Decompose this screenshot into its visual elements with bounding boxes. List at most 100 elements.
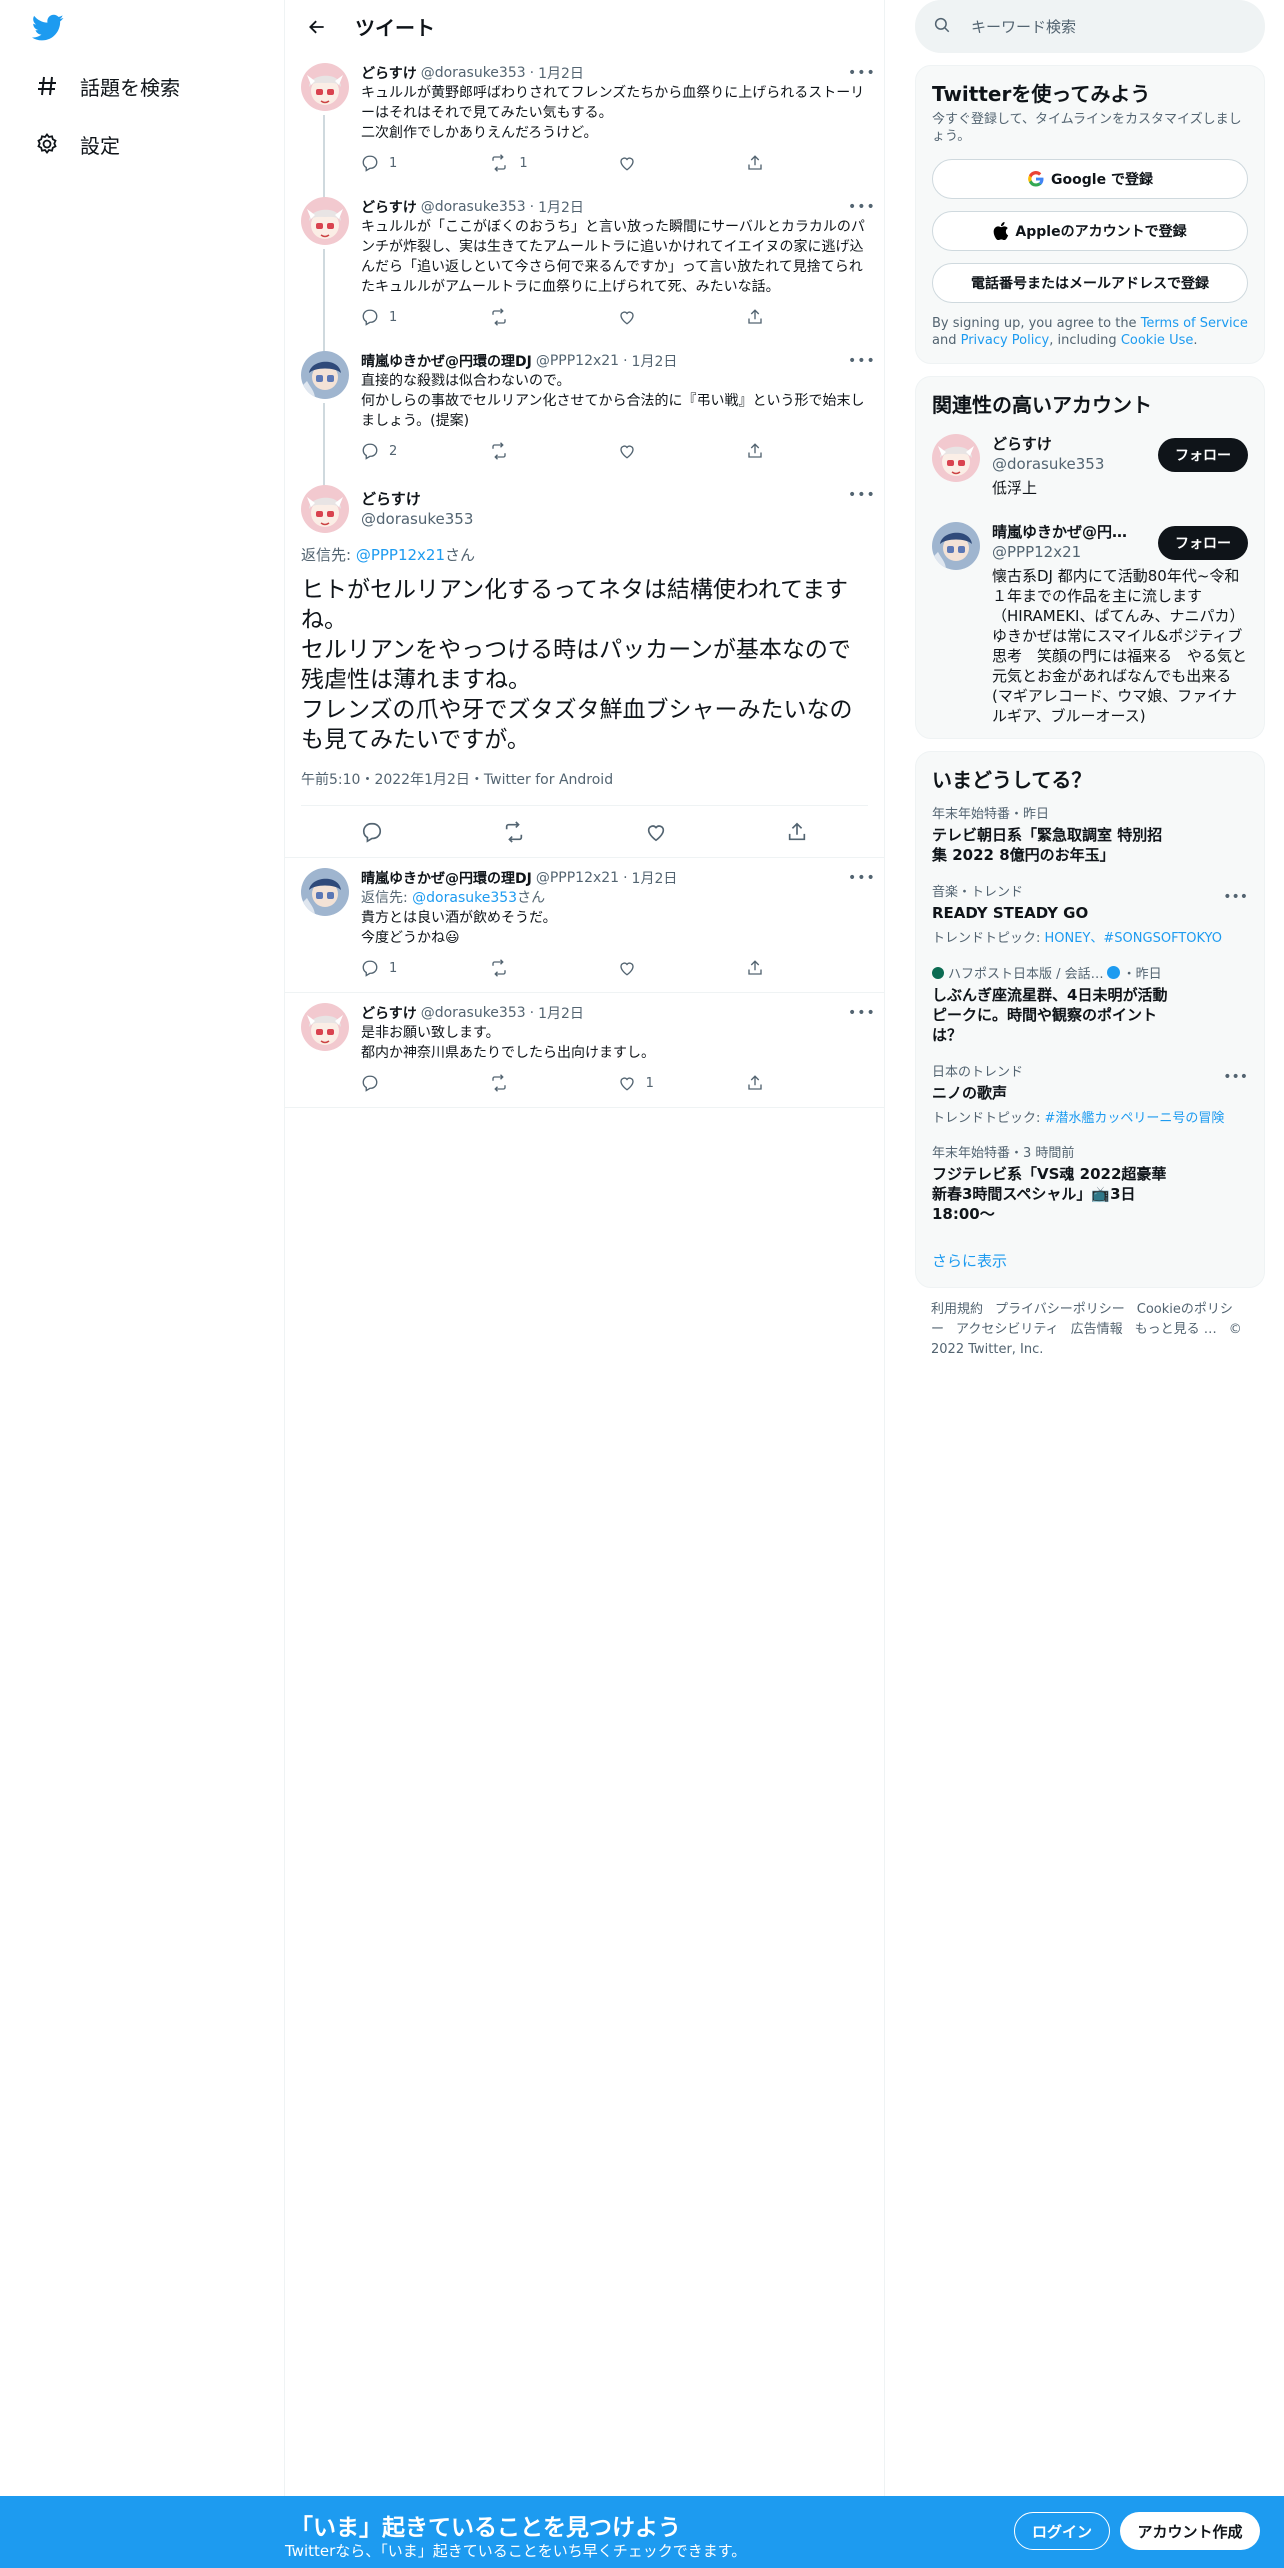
footer-link[interactable]: アクセシビリティ	[956, 1322, 1059, 1337]
trend-item[interactable]: 年末年始特番・昨日 テレビ朝日系「緊急取調室 特別招集 2022 8億円のお年玉」	[916, 797, 1264, 875]
share-button[interactable]	[746, 442, 786, 460]
author-handle[interactable]: @PPP12x21	[536, 353, 619, 369]
more-icon[interactable]: •••	[848, 353, 875, 369]
like-button[interactable]	[645, 821, 667, 843]
like-button[interactable]	[618, 308, 698, 326]
retweet-icon	[489, 1074, 519, 1092]
follow-button[interactable]: フォロー	[1158, 526, 1248, 560]
tweet[interactable]: 晴嵐ゆきかぜ@円環の理DJ @PPP12x21 · 1月2日 返信先: @dor…	[285, 858, 884, 992]
back-arrow-icon[interactable]	[299, 9, 335, 45]
trend-item[interactable]: ハフポスト日本版 / 会話… ・昨日 しぶんぎ座流星群、4日未明が活動ピークに。時間…	[916, 956, 1264, 1055]
tweet-date[interactable]: 1月2日	[632, 868, 678, 888]
retweet-button[interactable]	[489, 1074, 569, 1092]
avatar[interactable]	[301, 868, 349, 916]
avatar[interactable]	[301, 351, 349, 399]
author-handle[interactable]: @PPP12x21	[536, 870, 619, 886]
retweet-button[interactable]: 1	[489, 154, 569, 172]
author-handle[interactable]: @dorasuke353	[361, 509, 473, 529]
login-button[interactable]: ログイン	[1014, 2512, 1110, 2550]
share-button[interactable]	[746, 1074, 786, 1092]
more-icon[interactable]: •••	[1223, 1069, 1248, 1085]
trend-topic-link[interactable]: HONEY、#SONGSOFTOKYO	[1045, 931, 1223, 946]
phone-email-signup-button[interactable]: 電話番号またはメールアドレスで登録	[932, 263, 1248, 303]
google-signup-button[interactable]: Google で登録	[932, 159, 1248, 199]
twitter-logo-icon[interactable]	[32, 14, 64, 42]
reply-to-link[interactable]: @PPP12x21	[356, 546, 445, 564]
retweet-button[interactable]	[502, 820, 526, 843]
more-icon[interactable]: •••	[848, 870, 875, 886]
tweet[interactable]: どらすけ @dorasuke353 · 1月2日 是非お願い致します。 都内か神…	[285, 993, 884, 1107]
tweet-timestamp[interactable]: 午前5:10・2022年1月2日・Twitter for Android	[301, 769, 868, 789]
author-name[interactable]: 晴嵐ゆきかぜ@円環の理DJ	[361, 351, 532, 371]
author-name[interactable]: どらすけ	[361, 63, 417, 83]
like-button[interactable]	[618, 442, 698, 460]
tweet[interactable]: どらすけ @dorasuke353 · 1月2日 キュルルが「ここがぼくのおうち…	[285, 187, 884, 355]
reply-button[interactable]: 1	[361, 308, 441, 326]
share-button[interactable]	[786, 821, 808, 843]
more-icon[interactable]: •••	[848, 199, 875, 215]
avatar[interactable]	[932, 522, 980, 570]
author-name[interactable]: どらすけ	[361, 197, 417, 217]
avatar[interactable]	[932, 434, 980, 482]
reply-button[interactable]: 1	[361, 154, 441, 172]
author-name[interactable]: どらすけ	[361, 1003, 417, 1023]
cookie-link[interactable]: Cookie Use	[1121, 333, 1194, 348]
reply-button[interactable]: 1	[361, 959, 441, 977]
more-icon[interactable]: •••	[848, 1005, 875, 1021]
tweet-date[interactable]: 1月2日	[632, 351, 678, 371]
reply-to-link[interactable]: @dorasuke353	[412, 890, 517, 906]
reply-button[interactable]: 2	[361, 442, 441, 460]
trend-item[interactable]: 音楽・トレンド READY STEADY GO トレンドトピック: HONEY、#S…	[916, 875, 1264, 956]
more-icon[interactable]: •••	[848, 487, 875, 503]
share-icon	[746, 1074, 774, 1092]
account-name[interactable]: 晴嵐ゆきかぜ@円環の理DJ	[992, 522, 1142, 542]
share-button[interactable]	[746, 959, 786, 977]
share-button[interactable]	[746, 154, 786, 172]
trend-item[interactable]: 年末年始特番・3 時間前 フジテレビ系「VS魂 2022超豪華新春3時間スペシャル…	[916, 1136, 1264, 1234]
nav-explore[interactable]: 話題を検索	[30, 64, 180, 108]
account-name[interactable]: どらすけ	[992, 434, 1142, 454]
retweet-button[interactable]	[489, 959, 569, 977]
author-handle[interactable]: @dorasuke353	[421, 65, 526, 81]
like-button[interactable]	[618, 154, 698, 172]
tweet-date[interactable]: 1月2日	[538, 1003, 584, 1023]
nav-settings[interactable]: 設定	[30, 122, 120, 166]
more-icon[interactable]: •••	[848, 65, 875, 81]
avatar[interactable]	[301, 485, 349, 533]
footer-link[interactable]: プライバシーポリシー	[995, 1302, 1125, 1317]
like-button[interactable]	[618, 959, 698, 977]
like-button[interactable]: 1	[618, 1074, 698, 1092]
retweet-button[interactable]	[489, 308, 569, 326]
avatar[interactable]	[301, 1003, 349, 1051]
related-account[interactable]: 晴嵐ゆきかぜ@円環の理DJ @PPP12x21 懐古系DJ 都内にて活動80年代…	[916, 510, 1264, 738]
avatar[interactable]	[301, 197, 349, 245]
reply-button[interactable]	[361, 821, 383, 843]
tweet-date[interactable]: 1月2日	[538, 197, 584, 217]
apple-signup-button[interactable]: Appleのアカウントで登録	[932, 211, 1248, 251]
privacy-link[interactable]: Privacy Policy	[961, 333, 1050, 348]
retweet-button[interactable]	[489, 442, 569, 460]
share-button[interactable]	[746, 308, 786, 326]
reply-button[interactable]	[361, 1074, 441, 1092]
footer-link[interactable]: 広告情報	[1071, 1322, 1123, 1337]
show-more-link[interactable]: さらに表示	[916, 1234, 1264, 1287]
tos-link[interactable]: Terms of Service	[1141, 316, 1248, 331]
trend-item[interactable]: 日本のトレンド ニノの歌声 トレンドトピック: #潜水艦カッペリーニ号の冒険 •••	[916, 1055, 1264, 1136]
signup-button[interactable]: アカウント作成	[1120, 2512, 1260, 2550]
follow-button[interactable]: フォロー	[1158, 438, 1248, 472]
trend-topic-link[interactable]: #潜水艦カッペリーニ号の冒険	[1045, 1111, 1225, 1126]
footer-link[interactable]: もっと見る …	[1135, 1322, 1217, 1337]
footer-link[interactable]: 利用規約	[931, 1302, 983, 1317]
author-handle[interactable]: @dorasuke353	[421, 1005, 526, 1021]
author-name[interactable]: どらすけ	[361, 489, 473, 509]
search-input[interactable]: キーワード検索	[915, 0, 1265, 53]
more-icon[interactable]: •••	[1223, 889, 1248, 905]
bottom-bar-title: 「いま」起きていることを見つけよう	[290, 2515, 681, 2541]
author-handle[interactable]: @dorasuke353	[421, 199, 526, 215]
related-account[interactable]: どらすけ @dorasuke353 低浮上 フォロー	[916, 422, 1264, 510]
tweet-date[interactable]: 1月2日	[538, 63, 584, 83]
avatar[interactable]	[301, 63, 349, 111]
tweet[interactable]: どらすけ @dorasuke353 · 1月2日 キュルルが黄野郎呼ばわりされて…	[285, 53, 884, 201]
tweet[interactable]: 晴嵐ゆきかぜ@円環の理DJ @PPP12x21 · 1月2日 直接的な殺戮は似合…	[285, 341, 884, 489]
author-name[interactable]: 晴嵐ゆきかぜ@円環の理DJ	[361, 868, 532, 888]
